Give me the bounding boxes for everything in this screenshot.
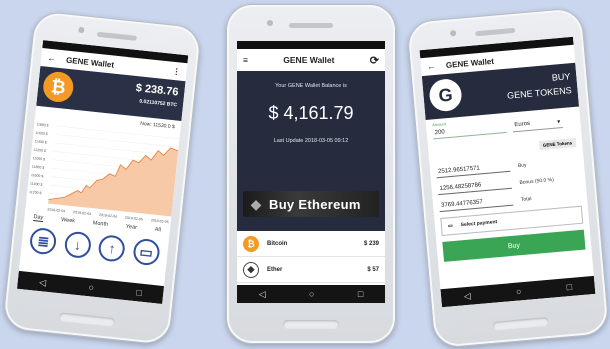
arrow-left-icon[interactable]: ← (47, 53, 57, 64)
home-button[interactable] (58, 312, 116, 328)
balance-label: Your GENE Wallet Balance is (275, 83, 347, 89)
home-button[interactable] (492, 317, 550, 331)
tab-all[interactable]: All (154, 227, 161, 235)
card-icon: ▭ (447, 223, 453, 230)
phone-right: ← GENE Wallet G BUY GENE TOKENS Amount 2… (406, 6, 610, 349)
coin-value: $ 57 (367, 266, 379, 273)
coin-name: Bitcoin (267, 240, 288, 247)
calc-row-label: Bonus (50.0 %) (519, 176, 555, 186)
balance-btc: 0.02110752 BTC (139, 98, 178, 109)
home-button[interactable] (283, 320, 339, 329)
nav-recents-icon[interactable]: □ (358, 289, 363, 299)
card-icon[interactable]: ▭ (131, 237, 161, 267)
x-tick-label: 2018-02-04 (73, 210, 91, 216)
status-bar (237, 41, 385, 49)
y-tick-label: 11200 $ (29, 190, 42, 195)
balance-panel: Your GENE Wallet Balance is $ 4,161.79 L… (237, 71, 385, 231)
price-chart-svg: 11800 $ 11600 $ 11400 $ 11200 $ 11000 $ 11800… (29, 122, 180, 224)
arrow-left-icon[interactable]: ← (427, 61, 437, 72)
price-area (48, 147, 179, 217)
y-tick-label: 11000 $ (32, 156, 45, 161)
nav-home-icon[interactable]: ○ (309, 289, 314, 299)
coin-name: Ether (267, 266, 283, 273)
y-tick-label: 11600 $ (35, 131, 48, 136)
grid-line (55, 134, 179, 148)
camera (449, 29, 457, 37)
y-tick-label: 11400 $ (30, 182, 43, 187)
nav-back-icon[interactable]: ◁ (259, 289, 266, 299)
calc-row-label: Total (520, 195, 532, 203)
bitcoin-icon: ₿ (243, 235, 259, 252)
nav-recents-icon[interactable]: □ (566, 281, 572, 291)
app-title: GENE Wallet (445, 56, 495, 70)
x-tick-label: 2018-02-04 (99, 213, 117, 219)
price-chart[interactable]: 11800 $ 11600 $ 11400 $ 11200 $ 11000 $ 11800… (25, 116, 180, 227)
android-nav-bar: ◁ ○ □ (237, 285, 385, 303)
x-tick-label: 2018-02-04 (47, 207, 65, 213)
screen-wallet-overview: ≡ GENE Wallet ⟳ Your GENE Wallet Balance… (237, 41, 385, 303)
nav-recents-icon[interactable]: □ (136, 287, 142, 298)
calc-row-label: Buy (517, 161, 527, 169)
camera (267, 20, 273, 26)
buy-button[interactable]: Buy (442, 229, 586, 262)
tab-week[interactable]: Week (61, 217, 76, 225)
ethereum-icon: ◆ (243, 261, 259, 278)
tokens-tag: GENE Tokens (538, 137, 577, 151)
phone-center: ≡ GENE Wallet ⟳ Your GENE Wallet Balance… (226, 4, 396, 344)
gene-logo-icon: G (428, 77, 463, 113)
app-title: GENE Wallet (65, 55, 115, 70)
phone-left: ← GENE Wallet ⋮ ₿ $ 238.76 0.02110752 BT… (1, 10, 203, 346)
y-tick-label: 11800 $ (32, 165, 45, 170)
nav-back-icon[interactable]: ◁ (39, 277, 47, 288)
y-tick-label: 11400 $ (34, 139, 47, 144)
x-tick-label: 2018-02-05 (125, 216, 143, 222)
balance-usd: $ 238.76 (135, 82, 179, 99)
speaker (475, 27, 516, 37)
screen-wallet-chart: ← GENE Wallet ⋮ ₿ $ 238.76 0.02110752 BT… (16, 40, 189, 304)
select-payment-label: Select payment (460, 219, 498, 229)
receive-icon[interactable]: ↓ (63, 230, 92, 260)
calc-value-field[interactable]: 3769.44776357 (438, 194, 514, 213)
hamburger-icon[interactable]: ≡ (243, 55, 248, 65)
more-vertical-icon[interactable]: ⋮ (172, 66, 181, 76)
coin-row[interactable]: ◆ Ether $ 57 (237, 257, 385, 283)
android-nav-bar: ◁ ○ □ (16, 270, 165, 304)
nav-home-icon[interactable]: ○ (88, 282, 94, 293)
speaker (96, 31, 138, 41)
coin-row[interactable]: ₿ Bitcoin $ 239 (237, 231, 385, 257)
app-header: ≡ GENE Wallet ⟳ (237, 49, 385, 71)
balance-amount: $ 4,161.79 (268, 103, 354, 123)
hero-line2: GENE TOKENS (506, 85, 573, 101)
hero-line1: BUY (551, 71, 571, 83)
tab-year[interactable]: Year (125, 224, 138, 232)
y-tick-label: 11200 $ (33, 148, 46, 153)
nav-home-icon[interactable]: ○ (515, 286, 521, 296)
nav-back-icon[interactable]: ◁ (463, 290, 471, 301)
y-tick-label: 11800 $ (36, 122, 49, 127)
x-tick-label: 2018-02-05 (151, 218, 169, 224)
tab-day[interactable]: Day (33, 214, 44, 223)
y-tick-label: 11600 $ (31, 173, 44, 178)
banner-text: Buy Ethereum (269, 196, 361, 212)
tab-month[interactable]: Month (92, 220, 108, 229)
currency-value: Euros (514, 120, 531, 129)
last-update: Last Update 2018-03-05 09:12 (273, 138, 349, 144)
speaker (289, 23, 333, 28)
camera (78, 26, 85, 34)
ledger-icon[interactable]: ≣ (29, 226, 58, 256)
android-nav-bar: ◁ ○ □ (440, 275, 596, 308)
app-title: GENE Wallet (283, 55, 335, 65)
screen-buy-tokens: ← GENE Wallet G BUY GENE TOKENS Amount 2… (419, 36, 596, 308)
chevron-down-icon: ▾ (557, 119, 561, 126)
ethereum-icon: ◆ (250, 195, 262, 212)
coin-value: $ 239 (363, 240, 379, 247)
buy-ethereum-banner[interactable]: ◆ Buy Ethereum (243, 191, 379, 217)
bitcoin-icon: ₿ (41, 70, 75, 104)
refresh-icon[interactable]: ⟳ (370, 54, 379, 67)
send-icon[interactable]: ↑ (97, 234, 127, 263)
